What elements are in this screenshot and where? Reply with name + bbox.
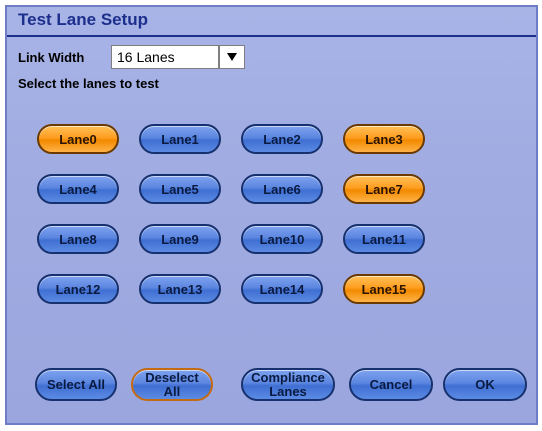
deselect-all-label-line2: All (163, 383, 181, 399)
lane7-button[interactable]: Lane7 (343, 174, 425, 204)
compliance-lanes-label-line1: Compliance (251, 369, 325, 385)
lane14-button[interactable]: Lane14 (241, 274, 323, 304)
lane1-button[interactable]: Lane1 (139, 124, 221, 154)
dialog-title: Test Lane Setup (18, 10, 149, 29)
lane8-button[interactable]: Lane8 (37, 224, 119, 254)
deselect-all-label-line1: Deselect (145, 369, 199, 385)
link-width-dropdown-button[interactable] (219, 45, 245, 69)
select-all-button[interactable]: Select All (35, 368, 117, 401)
compliance-lanes-label-line2: Lanes (269, 383, 307, 399)
ok-button[interactable]: OK (443, 368, 527, 401)
select-lanes-label: Select the lanes to test (18, 76, 159, 91)
lane3-button[interactable]: Lane3 (343, 124, 425, 154)
compliance-lanes-button[interactable]: Compliance Lanes (241, 368, 335, 401)
title-divider (7, 35, 536, 37)
lane15-button[interactable]: Lane15 (343, 274, 425, 304)
lane10-button[interactable]: Lane10 (241, 224, 323, 254)
lane4-button[interactable]: Lane4 (37, 174, 119, 204)
triangle-down-icon (227, 53, 237, 61)
link-width-label: Link Width (18, 50, 85, 65)
link-width-select[interactable]: 16 Lanes (111, 45, 219, 69)
test-lane-setup-dialog: Test Lane Setup Link Width 16 Lanes Sele… (5, 5, 538, 425)
lane0-button[interactable]: Lane0 (37, 124, 119, 154)
lane9-button[interactable]: Lane9 (139, 224, 221, 254)
lane11-button[interactable]: Lane11 (343, 224, 425, 254)
lane5-button[interactable]: Lane5 (139, 174, 221, 204)
lane13-button[interactable]: Lane13 (139, 274, 221, 304)
lane2-button[interactable]: Lane2 (241, 124, 323, 154)
lane12-button[interactable]: Lane12 (37, 274, 119, 304)
deselect-all-button[interactable]: Deselect All (131, 368, 213, 401)
cancel-button[interactable]: Cancel (349, 368, 433, 401)
lane6-button[interactable]: Lane6 (241, 174, 323, 204)
